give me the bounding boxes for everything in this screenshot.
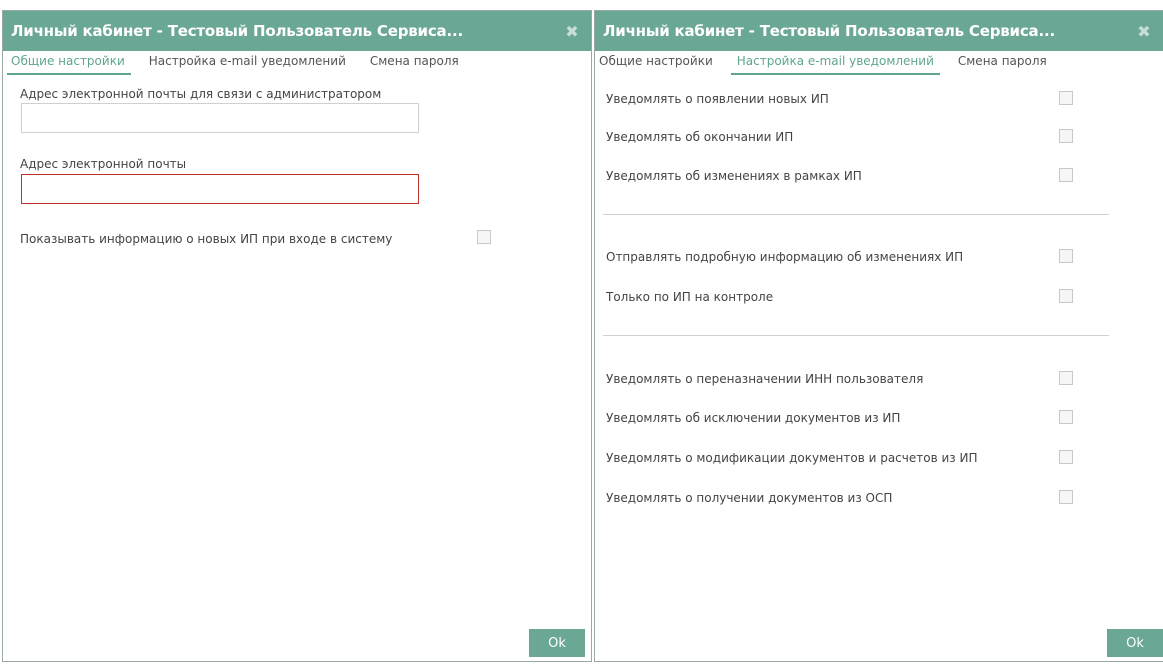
notify-new-ip-label: Уведомлять о появлении новых ИП [606, 92, 829, 106]
notify-doc-receipt-label: Уведомлять о получении документов из ОСП [606, 491, 893, 505]
admin-email-input[interactable] [21, 103, 419, 133]
notify-end-ip-checkbox[interactable] [1059, 129, 1073, 143]
notify-doc-exclusion-checkbox[interactable] [1059, 410, 1073, 424]
settings-dialog-email: Личный кабинет - Тестовый Пользователь С… [594, 10, 1163, 662]
show-info-checkbox[interactable] [477, 230, 491, 244]
notify-new-ip-checkbox[interactable] [1059, 91, 1073, 105]
close-icon[interactable]: ✖ [1135, 22, 1153, 41]
general-settings-panel: Адрес электронной почты для связи с адми… [3, 75, 591, 635]
email-input[interactable] [21, 174, 419, 204]
notify-changes-ip-checkbox[interactable] [1059, 168, 1073, 182]
email-notifications-panel: Уведомлять о появлении новых ИП Уведомля… [595, 75, 1163, 635]
email-label: Адрес электронной почты [20, 157, 187, 171]
settings-dialog-general: Личный кабинет - Тестовый Пользователь С… [2, 10, 592, 662]
notify-doc-receipt-checkbox[interactable] [1059, 490, 1073, 504]
send-details-checkbox[interactable] [1059, 249, 1073, 263]
tab-email-notifications[interactable]: Настройка e-mail уведомлений [143, 54, 352, 75]
tab-general-settings[interactable]: Общие настройки [7, 54, 131, 75]
show-info-label: Показывать информацию о новых ИП при вхо… [20, 232, 393, 246]
tab-bar: Общие настройки Настройка e-mail уведомл… [595, 51, 1163, 75]
ok-button[interactable]: Ok [1107, 629, 1163, 657]
notify-doc-modification-checkbox[interactable] [1059, 450, 1073, 464]
dialog-titlebar[interactable]: Личный кабинет - Тестовый Пользователь С… [3, 11, 591, 51]
screen: Личный кабинет - Тестовый Пользователь С… [0, 0, 1163, 664]
tab-bar: Общие настройки Настройка e-mail уведомл… [3, 51, 591, 75]
section-divider [603, 335, 1109, 336]
ok-button[interactable]: Ok [529, 629, 585, 657]
notify-doc-modification-label: Уведомлять о модификации документов и ра… [606, 451, 978, 465]
dialog-titlebar[interactable]: Личный кабинет - Тестовый Пользователь С… [595, 11, 1163, 51]
only-controlled-label: Только по ИП на контроле [606, 290, 774, 304]
tab-general-settings[interactable]: Общие настройки [599, 54, 719, 75]
tab-change-password[interactable]: Смена пароля [952, 54, 1053, 75]
only-controlled-checkbox[interactable] [1059, 289, 1073, 303]
admin-email-label: Адрес электронной почты для связи с адми… [20, 87, 382, 101]
send-details-label: Отправлять подробную информацию об измен… [606, 250, 964, 264]
notify-changes-ip-label: Уведомлять об изменениях в рамках ИП [606, 169, 862, 183]
notify-end-ip-label: Уведомлять об окончании ИП [606, 130, 794, 144]
close-icon[interactable]: ✖ [563, 22, 581, 41]
notify-doc-exclusion-label: Уведомлять об исключении документов из И… [606, 411, 901, 425]
dialog-title: Личный кабинет - Тестовый Пользователь С… [11, 22, 463, 40]
tab-change-password[interactable]: Смена пароля [364, 54, 465, 75]
dialog-title: Личный кабинет - Тестовый Пользователь С… [603, 22, 1055, 40]
tab-email-notifications[interactable]: Настройка e-mail уведомлений [730, 54, 940, 75]
section-divider [603, 214, 1109, 215]
notify-inn-reassign-label: Уведомлять о переназначении ИНН пользова… [606, 372, 924, 386]
notify-inn-reassign-checkbox[interactable] [1059, 371, 1073, 385]
